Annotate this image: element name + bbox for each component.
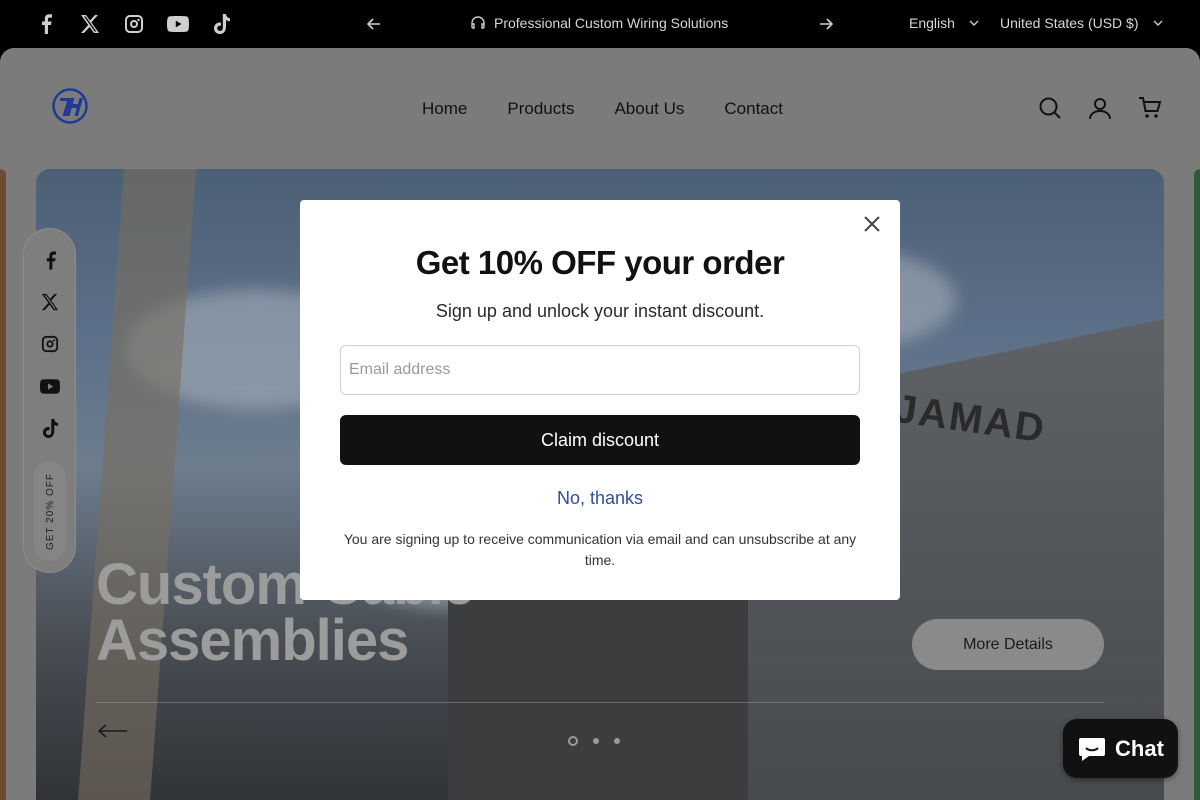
chevron-down-icon bbox=[1153, 20, 1162, 26]
slide-dot[interactable] bbox=[614, 738, 620, 744]
language-selector[interactable]: English bbox=[909, 15, 979, 31]
email-field[interactable] bbox=[340, 345, 860, 395]
site-logo[interactable] bbox=[52, 88, 88, 124]
youtube-icon[interactable] bbox=[166, 12, 190, 36]
floating-social-bar: GET 20% OFF bbox=[23, 228, 76, 573]
slide-dot[interactable] bbox=[568, 736, 578, 746]
no-thanks-link[interactable]: No, thanks bbox=[300, 488, 900, 509]
chat-bubble-icon bbox=[1079, 737, 1106, 761]
currency-selector[interactable]: United States (USD $) bbox=[1000, 15, 1163, 31]
headset-icon bbox=[471, 16, 485, 29]
modal-title: Get 10% OFF your order bbox=[415, 244, 785, 281]
facebook-icon[interactable] bbox=[39, 249, 61, 271]
x-icon[interactable] bbox=[39, 291, 61, 313]
chat-label: Chat bbox=[1115, 735, 1164, 761]
modal-subtitle: Sign up and unlock your instant discount… bbox=[435, 301, 765, 321]
cart-icon[interactable] bbox=[1136, 94, 1164, 122]
next-slide-peek bbox=[1194, 169, 1200, 800]
slide-prev-arrow-icon[interactable] bbox=[96, 719, 128, 743]
promo-label: GET 20% OFF bbox=[44, 472, 56, 550]
nav-about-us[interactable]: About Us bbox=[614, 99, 684, 119]
announcement-text-wrapper: Professional Custom Wiring Solutions bbox=[470, 15, 728, 31]
instagram-icon[interactable] bbox=[39, 333, 61, 355]
site-header: Home Products About Us Contact bbox=[0, 48, 1200, 168]
tiktok-icon[interactable] bbox=[39, 417, 61, 439]
chat-button[interactable]: Chat bbox=[1063, 719, 1178, 778]
header-actions bbox=[1036, 94, 1164, 122]
search-icon[interactable] bbox=[1036, 94, 1064, 122]
modal-fine-print: You are signing up to receive communicat… bbox=[343, 531, 857, 568]
announcement-text: Professional Custom Wiring Solutions bbox=[494, 15, 729, 31]
close-icon[interactable] bbox=[860, 212, 884, 236]
announcement-bar: Professional Custom Wiring Solutions Eng… bbox=[0, 0, 1200, 48]
nav-products[interactable]: Products bbox=[507, 99, 574, 119]
main-nav: Home Products About Us Contact bbox=[422, 99, 783, 119]
more-details-button[interactable]: More Details bbox=[912, 619, 1104, 670]
currency-label: United States (USD $) bbox=[1000, 15, 1139, 31]
get-discount-tab[interactable]: GET 20% OFF bbox=[34, 461, 66, 561]
x-icon[interactable] bbox=[78, 12, 102, 36]
hero-title-line2: Assemblies bbox=[96, 608, 409, 673]
nav-home[interactable]: Home bbox=[422, 99, 467, 119]
account-icon[interactable] bbox=[1086, 94, 1114, 122]
language-label: English bbox=[909, 15, 955, 31]
hero-crane bbox=[76, 169, 196, 800]
tiktok-icon[interactable] bbox=[210, 12, 234, 36]
announcement-prev-arrow-icon[interactable] bbox=[364, 14, 384, 34]
prev-slide-peek bbox=[0, 169, 6, 800]
youtube-icon[interactable] bbox=[39, 375, 61, 397]
nav-contact[interactable]: Contact bbox=[724, 99, 783, 119]
hero-building-shadow bbox=[448, 589, 748, 800]
claim-discount-button[interactable]: Claim discount bbox=[340, 415, 860, 465]
chevron-down-icon bbox=[969, 20, 979, 26]
slide-dots bbox=[568, 736, 620, 746]
slide-dot[interactable] bbox=[593, 738, 599, 744]
hero-divider bbox=[96, 702, 1104, 703]
announcement-next-arrow-icon[interactable] bbox=[816, 14, 836, 34]
discount-modal: Get 10% OFF your order Sign up and unloc… bbox=[300, 200, 900, 600]
topbar-social-links bbox=[34, 12, 234, 36]
instagram-icon[interactable] bbox=[122, 12, 146, 36]
facebook-icon[interactable] bbox=[34, 12, 58, 36]
